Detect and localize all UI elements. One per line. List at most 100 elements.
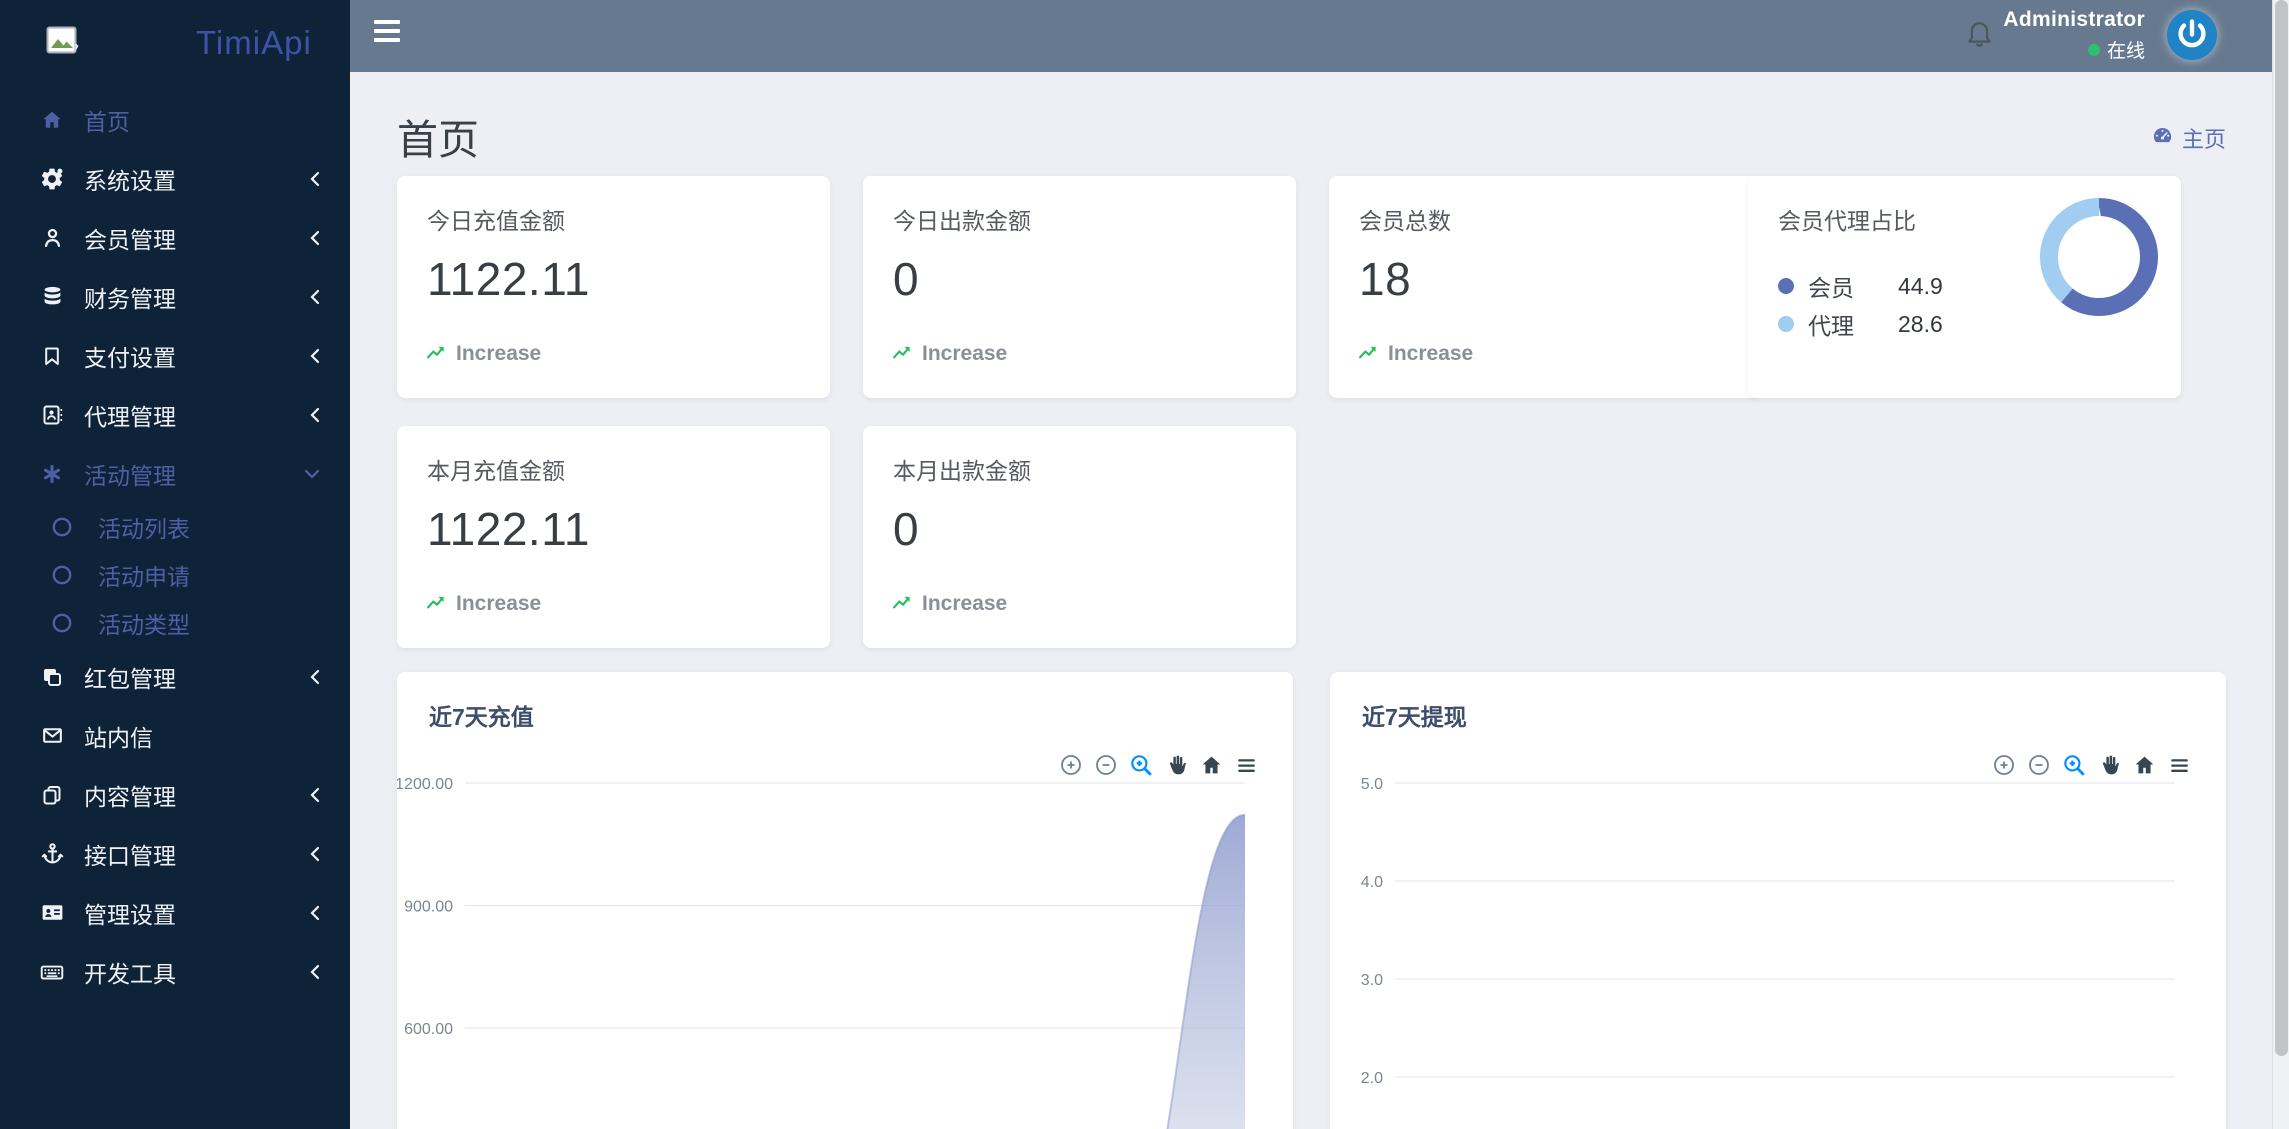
- chevron-left-icon: [310, 230, 320, 246]
- chevron-left-icon: [310, 905, 320, 921]
- breadcrumb[interactable]: 主页: [2152, 122, 2226, 154]
- sidebar-item-agent-management[interactable]: 代理管理: [0, 385, 350, 444]
- stat-card-today-withdraw: 今日出款金额 0 Increase: [863, 176, 1296, 398]
- vertical-scrollbar: [2272, 0, 2289, 1129]
- sidebar-item-api-management[interactable]: 接口管理: [0, 824, 350, 883]
- trend-up-icon: [1357, 342, 1379, 366]
- trend-up-icon: [425, 342, 447, 366]
- stat-card-month-recharge: 本月充值金额 1122.11 Increase: [397, 426, 830, 648]
- stat-card-member-total: 会员总数 18 Increase: [1329, 176, 1762, 398]
- chart-card-withdraw-7days: 5.0 4.0 3.0 2.0 近7天提现: [1330, 672, 2226, 1129]
- sidebar-item-activity-apply[interactable]: 活动申请: [0, 551, 350, 599]
- stat-title: 本月出款金额: [893, 458, 1031, 484]
- area-chart-withdraw: 5.0 4.0 3.0 2.0: [1361, 776, 2175, 1087]
- sidebar-item-activity-management[interactable]: 活动管理: [0, 444, 350, 503]
- selection-zoom-icon[interactable]: [2061, 752, 2087, 778]
- keyboard-icon: [36, 959, 68, 985]
- stat-footer-label: Increase: [456, 342, 542, 365]
- stat-title: 今日出款金额: [893, 208, 1031, 234]
- power-avatar-button[interactable]: [2167, 10, 2217, 60]
- reset-home-icon[interactable]: [2131, 752, 2157, 778]
- legend-dot: [1778, 316, 1794, 332]
- clone-icon: [36, 665, 68, 689]
- zoom-in-icon[interactable]: [1991, 752, 2017, 778]
- brand: TimiApi: [0, 0, 350, 84]
- legend-label: 代理: [1808, 313, 1854, 339]
- stat-footer-label: Increase: [456, 592, 542, 615]
- gears-icon: [36, 166, 68, 192]
- pan-hand-icon[interactable]: [2096, 752, 2122, 778]
- user-name: Administrator: [2003, 8, 2145, 31]
- svg-text:1200.00: 1200.00: [397, 776, 453, 793]
- trend-up-icon: [891, 342, 913, 366]
- zoom-in-icon[interactable]: [1058, 752, 1084, 778]
- sidebar-item-label: 会员管理: [84, 226, 176, 253]
- sidebar-item-site-message[interactable]: 站内信: [0, 706, 350, 765]
- svg-text:5.0: 5.0: [1361, 776, 1383, 793]
- scrollbar-thumb[interactable]: [2275, 0, 2288, 1056]
- stat-value: 18: [1359, 253, 1412, 305]
- sidebar-item-finance-management[interactable]: 财务管理: [0, 267, 350, 326]
- chevron-left-icon: [310, 171, 320, 187]
- envelope-icon: [36, 723, 68, 748]
- chevron-left-icon: [310, 407, 320, 423]
- stat-title: 本月充值金额: [427, 458, 565, 484]
- home-icon: [36, 108, 68, 132]
- sidebar-item-label: 系统设置: [84, 167, 176, 194]
- id-card-icon: [36, 900, 68, 925]
- sidebar-item-label: 活动类型: [98, 612, 190, 638]
- online-status-dot: [2087, 43, 2100, 56]
- sidebar-item-system-settings[interactable]: 系统设置: [0, 149, 350, 208]
- page-title: 首页: [397, 117, 479, 163]
- notification-bell-icon[interactable]: [1964, 18, 1995, 56]
- database-icon: [36, 284, 68, 309]
- sidebar-item-activity-list[interactable]: 活动列表: [0, 503, 350, 551]
- sidebar-item-label: 财务管理: [84, 285, 176, 312]
- zoom-out-icon[interactable]: [1093, 752, 1119, 778]
- sidebar-item-payment-settings[interactable]: 支付设置: [0, 326, 350, 385]
- sidebar-item-label: 红包管理: [84, 665, 176, 692]
- donut-card-member-agent-ratio: 会员代理占比 会员 44.9 代理 28.6: [1748, 176, 2181, 398]
- sidebar-item-label: 代理管理: [84, 403, 176, 430]
- sidebar-item-label: 活动申请: [98, 564, 190, 590]
- chevron-left-icon: [310, 846, 320, 862]
- user-icon: [36, 225, 68, 250]
- sidebar-item-activity-type[interactable]: 活动类型: [0, 599, 350, 647]
- sidebar-item-content-management[interactable]: 内容管理: [0, 765, 350, 824]
- stat-value: 0: [893, 253, 920, 305]
- reset-home-icon[interactable]: [1198, 752, 1224, 778]
- svg-text:900.00: 900.00: [404, 899, 453, 916]
- sidebar-item-label: 管理设置: [84, 901, 176, 928]
- copy-icon: [36, 783, 68, 807]
- circle-icon: [46, 564, 78, 586]
- stat-footer-label: Increase: [1388, 342, 1474, 365]
- stat-footer-label: Increase: [922, 592, 1008, 615]
- selection-zoom-icon[interactable]: [1128, 752, 1154, 778]
- sidebar-item-dev-tools[interactable]: 开发工具: [0, 942, 350, 1001]
- sidebar-item-label: 首页: [84, 108, 130, 135]
- trend-up-icon: [425, 592, 447, 616]
- sidebar-item-label: 支付设置: [84, 344, 176, 371]
- stat-card-month-withdraw: 本月出款金额 0 Increase: [863, 426, 1296, 648]
- stat-card-today-recharge: 今日充值金额 1122.11 Increase: [397, 176, 830, 398]
- svg-text:4.0: 4.0: [1361, 874, 1383, 891]
- user-block[interactable]: Administrator 在线: [2003, 8, 2145, 63]
- donut-chart: [2040, 198, 2158, 316]
- broken-image-icon: [46, 26, 80, 61]
- chevron-left-icon: [310, 669, 320, 685]
- sidebar-item-home[interactable]: 首页: [0, 90, 350, 149]
- zoom-out-icon[interactable]: [2026, 752, 2052, 778]
- sidebar-item-member-management[interactable]: 会员管理: [0, 208, 350, 267]
- sidebar-item-admin-settings[interactable]: 管理设置: [0, 883, 350, 942]
- pan-hand-icon[interactable]: [1163, 752, 1189, 778]
- sidebar-nav: 首页 系统设置 会员管理 财务管理 支付设置 代理管理 活动管理 活动列表 活动…: [0, 90, 350, 1001]
- hamburger-menu-icon[interactable]: [374, 20, 400, 42]
- stat-value: 1122.11: [427, 503, 590, 555]
- menu-icon[interactable]: [2166, 752, 2192, 778]
- svg-text:2.0: 2.0: [1361, 1070, 1383, 1087]
- chart-title: 近7天充值: [429, 704, 534, 730]
- menu-icon[interactable]: [1233, 752, 1259, 778]
- sidebar-item-redpacket-management[interactable]: 红包管理: [0, 647, 350, 706]
- sidebar-item-label: 内容管理: [84, 783, 176, 810]
- sidebar-item-label: 接口管理: [84, 842, 176, 869]
